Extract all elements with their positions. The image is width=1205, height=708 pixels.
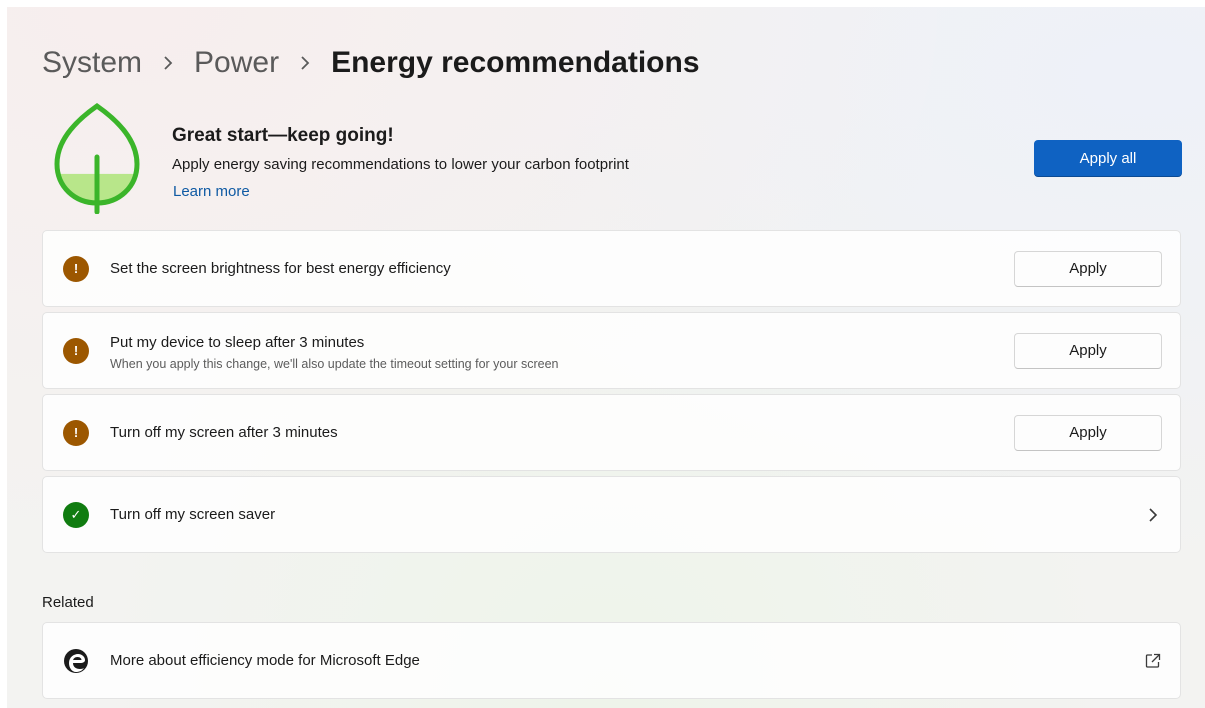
related-item-edge-efficiency[interactable]: More about efficiency mode for Microsoft… (42, 622, 1181, 699)
edge-icon (64, 648, 88, 673)
breadcrumb-item-power[interactable]: Power (194, 46, 279, 80)
recommendation-card-screen-saver[interactable]: ✓ Turn off my screen saver (42, 476, 1181, 553)
recommendation-description: When you apply this change, we'll also u… (110, 357, 559, 371)
checkmark-icon: ✓ (63, 501, 89, 528)
hero-title: Great start—keep going! (172, 125, 394, 146)
hero-subtitle: Apply energy saving recommendations to l… (172, 156, 629, 173)
recommendation-card-brightness: ! Set the screen brightness for best ene… (42, 230, 1181, 307)
breadcrumb-item-system[interactable]: System (42, 46, 142, 80)
recommendation-title: Put my device to sleep after 3 minutes (110, 334, 365, 351)
chevron-right-icon (299, 55, 311, 71)
apply-screen-off-button[interactable]: Apply (1014, 414, 1162, 451)
warning-icon: ! (63, 255, 89, 282)
apply-all-button[interactable]: Apply all (1034, 140, 1182, 176)
recommendation-title: Turn off my screen saver (110, 505, 276, 523)
recommendation-card-sleep: ! Put my device to sleep after 3 minutes… (42, 312, 1181, 389)
warning-icon: ! (63, 337, 89, 364)
chevron-right-icon (1149, 507, 1158, 522)
recommendation-title: Set the screen brightness for best energ… (110, 259, 451, 277)
open-external-icon (1145, 653, 1161, 668)
breadcrumb: System Power Energy recommendations (42, 43, 700, 83)
page-title: Energy recommendations (331, 46, 700, 79)
warning-icon: ! (63, 419, 89, 446)
leaf-icon (54, 102, 140, 214)
apply-brightness-button[interactable]: Apply (1014, 250, 1162, 287)
related-item-title: More about efficiency mode for Microsoft… (110, 651, 420, 669)
recommendation-card-screen-off: ! Turn off my screen after 3 minutes App… (42, 394, 1181, 471)
learn-more-link[interactable]: Learn more (173, 183, 250, 200)
apply-sleep-button[interactable]: Apply (1014, 332, 1162, 369)
related-heading: Related (42, 594, 94, 611)
recommendation-title: Turn off my screen after 3 minutes (110, 423, 338, 441)
settings-window: System Power Energy recommendations Grea… (7, 7, 1205, 708)
chevron-right-icon (162, 55, 174, 71)
